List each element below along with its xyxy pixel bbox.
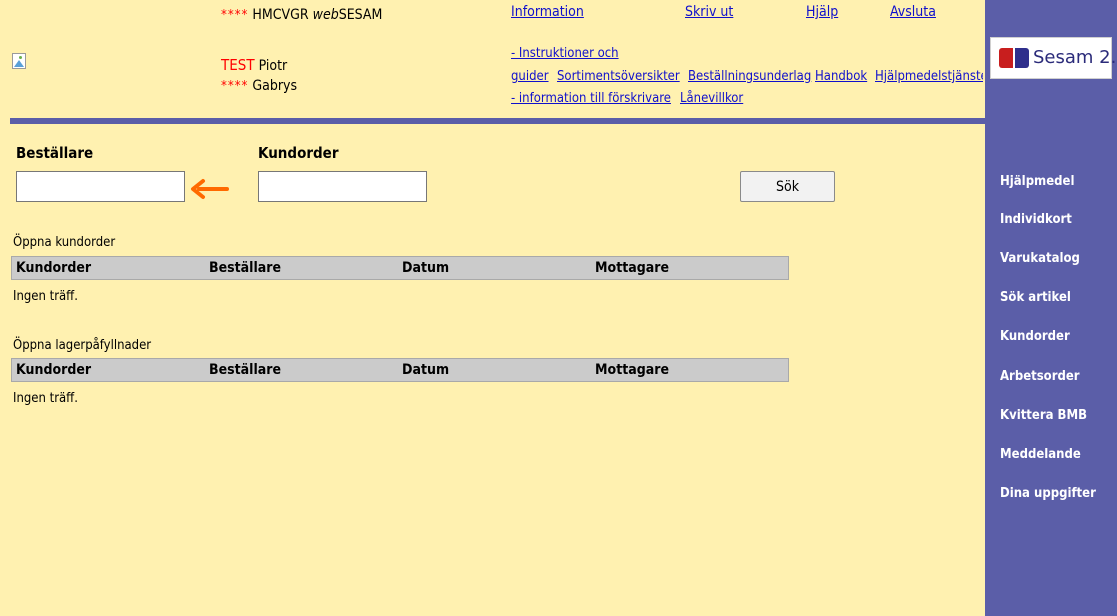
sok-button[interactable]: Sök — [740, 171, 835, 202]
kundorder-label: Kundorder — [258, 144, 339, 162]
sortimentsoversikter-link[interactable]: Sortimentsöversikter — [557, 69, 680, 84]
avsluta-link[interactable]: Avsluta — [890, 4, 936, 20]
column-header: Mottagare — [595, 362, 670, 378]
user-first-name: TEST Piotr — [221, 56, 288, 74]
column-header: Kundorder — [16, 260, 92, 276]
sidebar — [985, 0, 1117, 616]
section-title-lagerpafyllnader: Öppna lagerpåfyllnader — [13, 338, 152, 353]
hjalp-link[interactable]: Hjälp — [806, 4, 838, 20]
kundorder-input[interactable] — [258, 171, 427, 202]
instruktioner-link[interactable]: - Instruktioner och — [511, 46, 619, 61]
skriv-ut-link[interactable]: Skriv ut — [685, 4, 733, 20]
bestallare-input[interactable] — [16, 171, 185, 202]
column-header: Datum — [402, 260, 450, 276]
information-link[interactable]: Information — [511, 4, 584, 20]
system-name: **** HMCVGR webSESAM — [221, 7, 383, 23]
sidebar-item-individkort[interactable]: Individkort — [1000, 212, 1072, 227]
sidebar-item-hjalpmedel[interactable]: Hjälpmedel — [1000, 174, 1075, 189]
information-forskrivare-link[interactable]: - information till förskrivare — [511, 91, 671, 106]
sidebar-item-varukatalog[interactable]: Varukatalog — [1000, 251, 1080, 266]
bestallningsunderlag-link[interactable]: Beställningsunderlag — [688, 69, 811, 84]
arrow-left-icon — [191, 179, 229, 199]
column-header: Beställare — [209, 260, 282, 276]
test-badge: TEST — [221, 56, 255, 74]
sidebar-item-arbetsorder[interactable]: Arbetsorder — [1000, 369, 1080, 384]
sesam-logo-icon — [999, 48, 1029, 68]
header-divider — [10, 118, 985, 124]
empty-message: Ingen träff. — [13, 391, 78, 406]
user-last-name: **** Gabrys — [221, 78, 298, 94]
column-header: Mottagare — [595, 260, 670, 276]
column-header: Datum — [402, 362, 450, 378]
sidebar-item-meddelande[interactable]: Meddelande — [1000, 447, 1081, 462]
handbok-link[interactable]: Handbok — [815, 69, 867, 84]
sidebar-item-kundorder[interactable]: Kundorder — [1000, 329, 1070, 344]
column-header: Kundorder — [16, 362, 92, 378]
bestallare-label: Beställare — [16, 144, 94, 162]
sesam-logo: Sesam 2.0 — [990, 37, 1117, 79]
table-header-kundorder: Kundorder Beställare Datum Mottagare — [11, 256, 789, 280]
sidebar-item-sok-artikel[interactable]: Sök artikel — [1000, 290, 1071, 305]
empty-message: Ingen träff. — [13, 289, 78, 304]
hjalpmedelstjanster-link[interactable]: Hjälpmedelstjänste — [875, 69, 983, 84]
section-title-kundorder: Öppna kundorder — [13, 235, 116, 250]
sidebar-item-kvittera-bmb[interactable]: Kvittera BMB — [1000, 408, 1087, 423]
stars-marker: **** — [221, 8, 249, 23]
sidebar-item-dina-uppgifter[interactable]: Dina uppgifter — [1000, 486, 1096, 501]
header: **** HMCVGR webSESAM TEST Piotr **** Gab… — [0, 0, 985, 118]
guider-link[interactable]: guider — [511, 69, 549, 84]
stars-marker: **** — [221, 79, 249, 94]
table-header-lagerpafyllnader: Kundorder Beställare Datum Mottagare — [11, 358, 789, 382]
broken-image-icon — [12, 53, 26, 69]
column-header: Beställare — [209, 362, 282, 378]
logo-text: Sesam 2.0 — [1033, 47, 1117, 68]
lanevillkor-link[interactable]: Lånevillkor — [680, 91, 743, 106]
